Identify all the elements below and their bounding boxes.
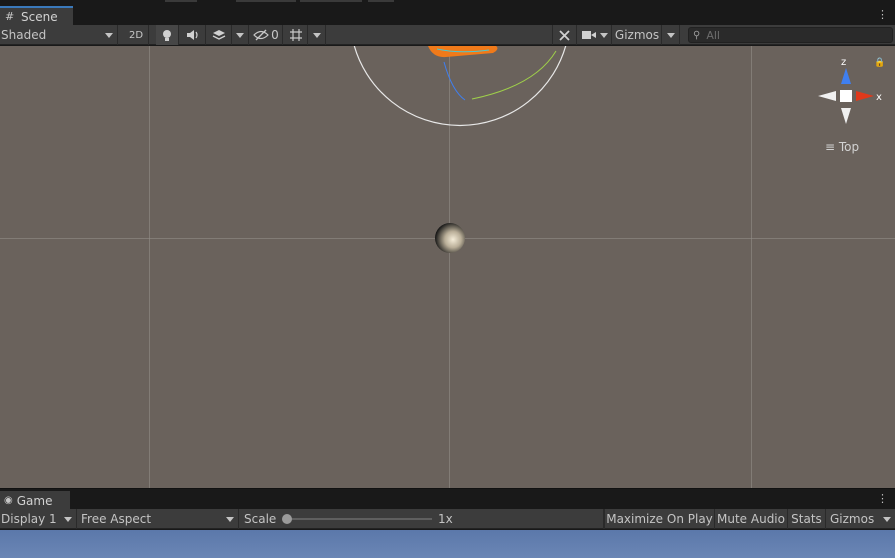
camera-icon — [581, 31, 596, 39]
toggle-2d-button[interactable]: 2D — [124, 25, 149, 45]
rotation-arc-blue — [443, 61, 466, 101]
mute-audio-button[interactable]: Mute Audio — [715, 509, 788, 529]
chevron-down-icon — [236, 32, 244, 38]
tools-icon — [559, 29, 570, 41]
stats-button[interactable]: Stats — [788, 509, 826, 529]
view-mode-label[interactable]: ≡ Top — [825, 140, 859, 154]
display-dropdown[interactable]: Display 1 — [0, 509, 77, 529]
scene-tab-bar: # Scene ⋮ — [0, 6, 895, 25]
x-axis-label: x — [876, 92, 882, 103]
game-viewport[interactable] — [0, 530, 895, 558]
effects-toggle-button[interactable] — [207, 25, 232, 45]
gizmos-label: Gizmos — [614, 28, 660, 42]
game-tab-bar: ◉ Game ⋮ — [0, 488, 895, 510]
top-strip-segment — [368, 0, 394, 2]
gizmos-dropdown[interactable] — [662, 25, 680, 45]
camera-settings-button[interactable] — [578, 25, 612, 45]
menu-icon: ≡ — [825, 140, 836, 154]
scene-viewport[interactable]: z x 🔒 ≡ Top — [0, 46, 895, 488]
tab-scene-label: Scene — [21, 9, 58, 24]
chevron-down-icon — [666, 32, 675, 38]
top-strip-segment — [236, 0, 296, 2]
mute-audio-label: Mute Audio — [717, 512, 785, 526]
top-strip-segment — [165, 0, 197, 2]
eye-slash-icon — [253, 29, 270, 41]
speaker-icon — [186, 30, 198, 40]
search-icon: ⚲ — [693, 29, 701, 41]
gizmo-center-cube[interactable] — [840, 90, 852, 102]
lock-icon[interactable]: 🔒 — [874, 58, 885, 68]
orientation-gizmo[interactable]: z x — [818, 57, 882, 124]
scale-slider-track[interactable] — [286, 518, 432, 520]
tab-scene[interactable]: # Scene — [0, 6, 73, 25]
scene-toolbar: Shaded 2D 0 Gizmos ⚲ All — [0, 25, 895, 45]
chevron-down-icon — [883, 516, 891, 522]
top-strip-segment — [300, 0, 362, 2]
hidden-objects-toggle[interactable]: 0 — [250, 25, 283, 45]
scene-objects: z x — [353, 46, 882, 253]
gizmos-button[interactable]: Gizmos — [613, 25, 662, 45]
rotation-circle — [353, 46, 567, 127]
more-options-icon[interactable]: ⋮ — [877, 492, 888, 506]
effects-dropdown-button[interactable] — [232, 25, 249, 45]
shading-mode-label: Shaded — [1, 28, 47, 42]
x-axis-cone[interactable] — [856, 91, 874, 101]
z-axis-cone[interactable] — [841, 68, 851, 84]
audio-toggle-button[interactable] — [180, 25, 206, 45]
grid-options-dropdown[interactable] — [308, 25, 326, 45]
z-axis-label: z — [841, 57, 846, 68]
scale-slider-handle[interactable] — [282, 514, 292, 524]
camera-gizmo[interactable] — [353, 46, 567, 127]
grid-snap-button[interactable] — [284, 25, 308, 45]
scale-label: Scale — [244, 512, 277, 526]
grid-snap-icon — [289, 29, 302, 41]
grid-icon: # — [5, 10, 15, 23]
scale-value: 1x — [438, 509, 453, 529]
rotation-arc-green — [471, 50, 557, 100]
game-gizmos-label: Gizmos — [830, 512, 875, 526]
hidden-objects-count: 0 — [271, 28, 279, 42]
view-mode-text: Top — [838, 140, 860, 154]
tab-game[interactable]: ◉ Game — [0, 491, 70, 510]
scale-value-text: 1x — [438, 512, 453, 526]
scene-search-input[interactable] — [706, 28, 877, 42]
game-gizmos-dropdown[interactable]: Gizmos — [826, 509, 895, 529]
neg-x-axis-cone[interactable] — [818, 91, 836, 101]
chevron-down-icon — [105, 32, 113, 38]
neg-z-axis-cone[interactable] — [841, 108, 851, 124]
toggle-2d-label: 2D — [128, 29, 144, 41]
chevron-down-icon — [312, 32, 321, 38]
tools-button[interactable] — [552, 25, 577, 45]
sphere-object[interactable] — [435, 223, 465, 253]
scene-search[interactable]: ⚲ — [688, 27, 893, 43]
lightbulb-icon — [163, 29, 171, 41]
aspect-label: Free Aspect — [81, 512, 152, 526]
more-options-icon[interactable]: ⋮ — [877, 8, 888, 22]
layers-icon — [212, 30, 226, 40]
shading-mode-dropdown[interactable]: Shaded — [0, 25, 118, 45]
chevron-down-icon — [64, 516, 72, 522]
maximize-on-play-button[interactable]: Maximize On Play — [604, 509, 715, 529]
stats-label: Stats — [791, 512, 822, 526]
aspect-dropdown[interactable]: Free Aspect — [77, 509, 239, 529]
display-label: Display 1 — [1, 512, 57, 526]
maximize-on-play-label: Maximize On Play — [606, 512, 713, 526]
chevron-down-icon — [599, 32, 608, 38]
tab-game-label: Game — [16, 493, 53, 508]
chevron-down-icon — [226, 516, 234, 522]
lighting-toggle-button[interactable] — [156, 25, 179, 45]
game-toolbar: Display 1 Free Aspect Scale 1x Maximize … — [0, 509, 895, 529]
gamepad-icon: ◉ — [4, 495, 13, 506]
